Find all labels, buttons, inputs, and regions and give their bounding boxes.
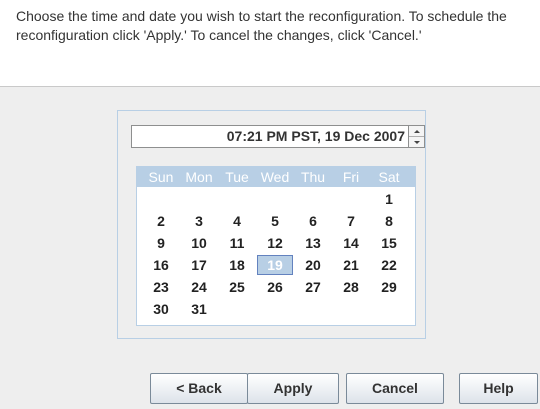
arrow-down-icon [413,141,420,144]
instructions-text: Choose the time and date you wish to sta… [16,8,507,43]
apply-button[interactable]: Apply [247,373,339,404]
calendar-day[interactable]: 2 [143,211,179,231]
calendar-day[interactable]: 13 [295,233,331,253]
calendar-day[interactable]: 4 [219,211,255,231]
calendar-day[interactable]: 7 [333,211,369,231]
calendar-day[interactable]: 16 [143,255,179,275]
calendar-day[interactable]: 8 [371,211,407,231]
calendar-day[interactable]: 24 [181,277,217,297]
calendar-day-selected[interactable]: 19 [257,255,293,275]
weekday-label: Thu [300,169,326,185]
spinner-buttons [409,125,425,148]
date-time-spinner[interactable]: 07:21 PM PST, 19 Dec 2007 [131,125,425,148]
weekday-label: Sun [148,169,174,185]
calendar-day[interactable]: 18 [219,255,255,275]
calendar-day[interactable]: 28 [333,277,369,297]
calendar-day[interactable]: 29 [371,277,407,297]
weekday-label: Sat [378,169,400,185]
calendar-day[interactable]: 12 [257,233,293,253]
calendar-day[interactable]: 21 [333,255,369,275]
calendar-day[interactable]: 23 [143,277,179,297]
calendar-day[interactable]: 3 [181,211,217,231]
spinner-down-button[interactable] [409,137,424,148]
arrow-up-icon [413,129,420,133]
calendar-day[interactable]: 22 [371,255,407,275]
weekday-label: Fri [342,169,360,185]
calendar-day[interactable]: 27 [295,277,331,297]
calendar-day[interactable]: 6 [295,211,331,231]
weekday-label: Wed [260,169,290,185]
calendar-day[interactable]: 9 [143,233,179,253]
calendar-day[interactable]: 5 [257,211,293,231]
back-button[interactable]: < Back [150,373,248,404]
weekday-header: Sun Mon Tue Wed Thu Fri Sat [137,167,415,187]
calendar-day[interactable]: 10 [181,233,217,253]
calendar-day[interactable]: 11 [219,233,255,253]
calendar-day[interactable]: 15 [371,233,407,253]
date-time-field[interactable]: 07:21 PM PST, 19 Dec 2007 [131,125,409,148]
weekday-label: Tue [225,169,249,185]
calendar-day[interactable]: 31 [181,299,217,319]
cancel-button[interactable]: Cancel [346,373,444,404]
weekday-label: Mon [185,169,213,185]
calendar-grid: Sun Mon Tue Wed Thu Fri Sat 1 2 3 4 5 6 7 8 9 10 11 12 13 1… [136,166,416,326]
calendar-day[interactable]: 25 [219,277,255,297]
calendar-day[interactable]: 1 [371,189,407,209]
help-button[interactable]: Help [459,373,538,404]
spinner-up-button[interactable] [409,126,424,137]
calendar-day[interactable]: 20 [295,255,331,275]
calendar-day[interactable]: 17 [181,255,217,275]
calendar-day[interactable]: 14 [333,233,369,253]
calendar-day[interactable]: 30 [143,299,179,319]
instructions-panel: Choose the time and date you wish to sta… [0,0,540,87]
calendar-day[interactable]: 26 [257,277,293,297]
